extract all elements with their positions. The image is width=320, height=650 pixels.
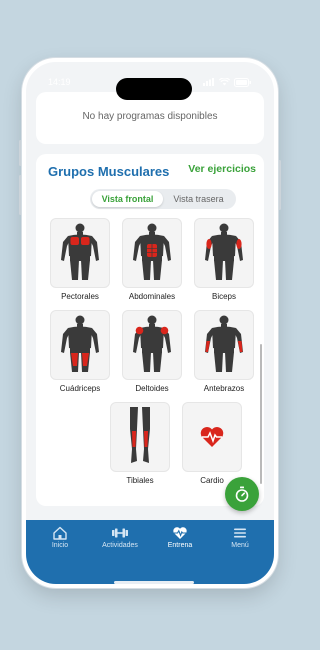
phone-frame: 14:19 No hay programas disponibles Grupo… [22,58,278,588]
tab-entrena[interactable]: Entrena [150,526,210,584]
front-view-option[interactable]: Vista frontal [92,191,163,207]
view-toggle: Vista frontal Vista trasera [90,189,236,209]
body-delts-icon [133,315,171,372]
heart-pulse-icon [200,427,224,447]
muscle-image [122,310,182,380]
muscle-image [194,310,254,380]
muscle-image [194,218,254,288]
body-forearms-icon [205,315,243,372]
stopwatch-fab[interactable] [225,477,259,511]
menu-icon [234,528,246,538]
status-time: 14:19 [48,77,71,87]
muscle-label: Pectorales [61,292,99,301]
bottom-tab-bar: Inicio Actividades Entrena Menú [26,520,274,584]
legs-tibials-icon [130,407,150,463]
tab-menu[interactable]: Menú [210,526,270,584]
tab-label: Inicio [51,542,69,549]
body-quads-icon [61,315,99,372]
status-icons [203,77,252,87]
muscle-image [50,310,110,380]
body-biceps-icon [205,223,243,280]
empty-programs-message: No hay programas disponibles [82,111,218,122]
muscle-label: Biceps [211,292,236,301]
home-icon [53,526,67,540]
tab-inicio[interactable]: Inicio [30,526,90,584]
body-chest-icon [61,223,99,280]
tab-actividades[interactable]: Actividades [90,526,150,584]
tab-label: Actividades [102,542,138,549]
muscle-tile-tibiales[interactable]: Tibiales [110,402,170,485]
muscle-tile-cuadriceps[interactable]: Cuádriceps [50,310,110,393]
muscle-tile-antebrazos[interactable]: Antebrazos [194,310,254,393]
muscle-image [110,402,170,472]
see-exercises-link[interactable]: Ver ejercicios [188,163,256,175]
muscle-image [182,402,242,472]
muscle-label: Deltoides [135,384,169,393]
body-abs-icon [133,223,171,280]
battery-icon [234,77,251,87]
heart-pulse-icon [173,527,187,539]
back-view-option[interactable]: Vista trasera [163,191,234,207]
muscle-image [50,218,110,288]
muscle-image [122,218,182,288]
dumbbell-icon [112,528,128,538]
tab-label: Entrena [167,542,193,549]
scrollbar[interactable] [260,344,262,484]
muscle-tile-abdominales[interactable]: Abdominales [122,218,182,301]
muscle-label: Abdominales [128,292,176,301]
muscle-tile-biceps[interactable]: Biceps [194,218,254,301]
side-button [278,160,281,210]
muscle-label: Antebrazos [203,384,245,393]
muscle-label: Cuádriceps [59,384,101,393]
tab-label: Menú [231,542,249,549]
home-indicator [114,581,194,584]
wifi-icon [219,78,230,86]
muscle-groups-card: Grupos Musculares Ver ejercicios Vista f… [36,154,264,506]
section-title: Grupos Musculares [48,164,170,179]
signal-icon [203,78,214,86]
muscle-tile-pectorales[interactable]: Pectorales [50,218,110,301]
muscle-tile-cardio[interactable]: Cardio [182,402,242,485]
dynamic-island [116,78,192,100]
muscle-tile-deltoides[interactable]: Deltoides [122,310,182,393]
stopwatch-icon [235,486,249,502]
muscle-label: Tibiales [126,476,154,485]
